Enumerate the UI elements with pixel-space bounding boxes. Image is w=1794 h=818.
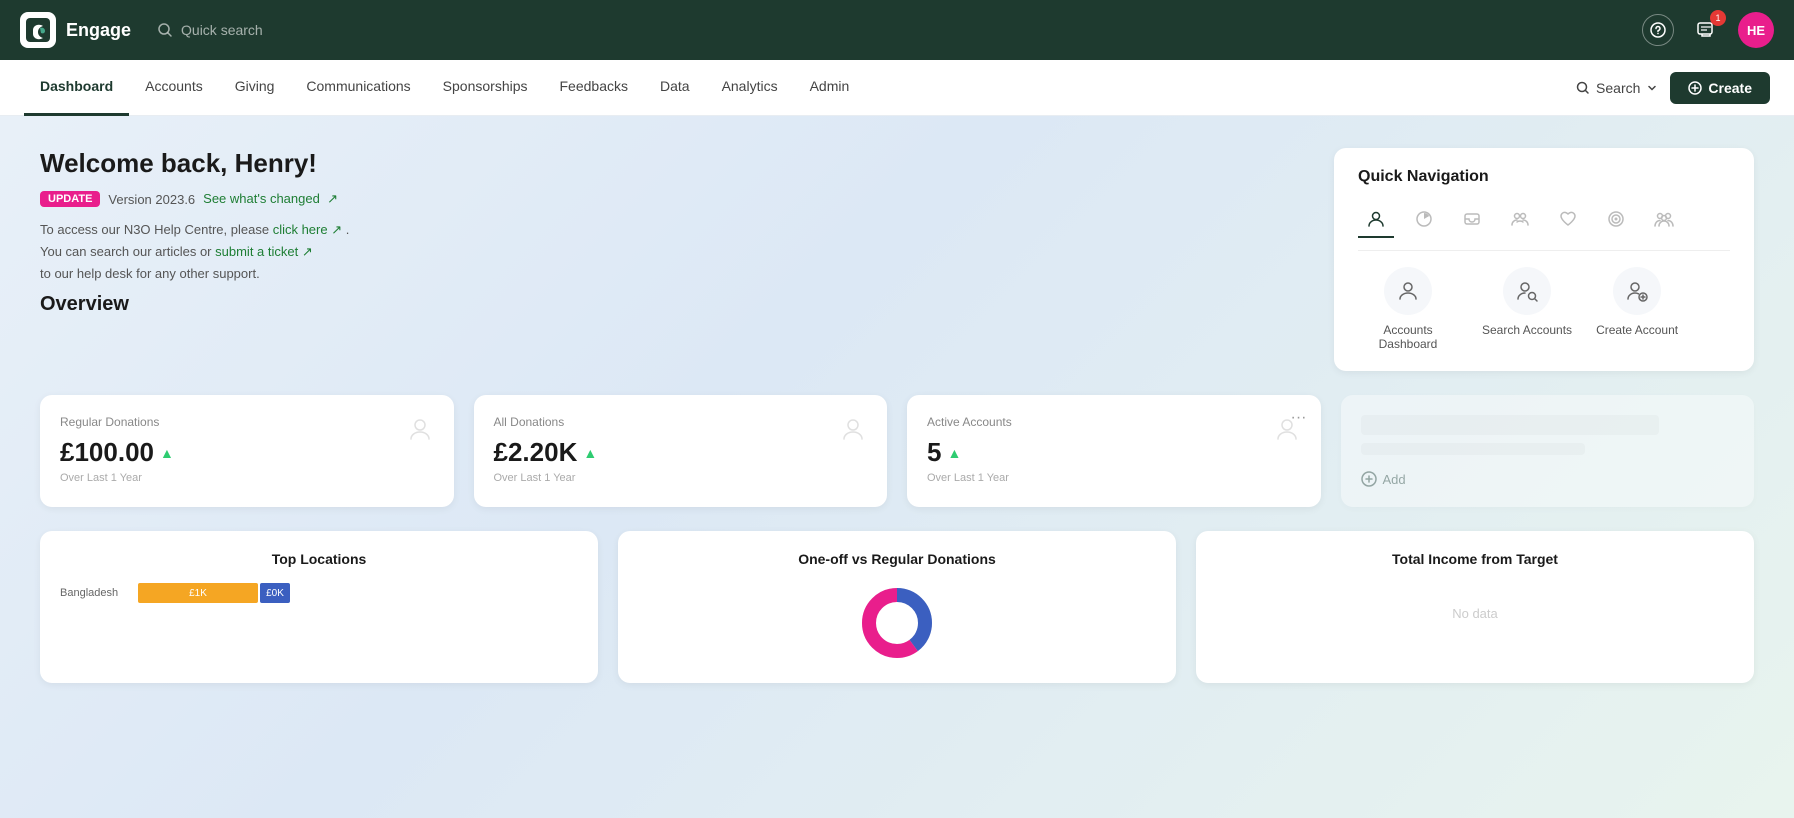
user-avatar[interactable]: HE <box>1738 12 1774 48</box>
top-locations-chart: Top Locations Bangladesh £1K £0K <box>40 531 598 683</box>
help-text: To access our N3O Help Centre, please cl… <box>40 219 1310 285</box>
notification-badge: 1 <box>1710 10 1726 26</box>
card-sub-3: Over Last 1 Year <box>927 472 1301 484</box>
trend-up-1: ▲ <box>160 445 174 461</box>
add-widget-card: Add <box>1341 395 1755 507</box>
help-button[interactable] <box>1642 14 1674 46</box>
app-name: Engage <box>66 20 131 41</box>
qnav-action-create-account[interactable]: Create Account <box>1596 267 1678 351</box>
top-area: Welcome back, Henry! UPDATE Version 2023… <box>40 148 1754 371</box>
welcome-title: Welcome back, Henry! <box>40 148 1310 179</box>
income-target-title: Total Income from Target <box>1216 551 1734 567</box>
qnav-tab-inbox[interactable] <box>1454 202 1490 238</box>
nav-dashboard[interactable]: Dashboard <box>24 60 129 116</box>
create-account-label: Create Account <box>1596 323 1678 337</box>
qnav-action-accounts-dashboard[interactable]: Accounts Dashboard <box>1358 267 1458 351</box>
qnav-tab-heart[interactable] <box>1550 202 1586 238</box>
create-button[interactable]: Create <box>1670 72 1770 104</box>
overview-title: Overview <box>40 293 1310 316</box>
search-accounts-icon <box>1503 267 1551 315</box>
bar-blue-bangladesh: £0K <box>260 583 290 603</box>
main-content: Welcome back, Henry! UPDATE Version 2023… <box>0 116 1794 818</box>
sec-nav-right: Search Create <box>1576 72 1770 104</box>
card-value-3: 5 ▲ <box>927 437 1301 468</box>
donut-chart-title: One-off vs Regular Donations <box>638 551 1156 567</box>
bar-container-bangladesh: £1K £0K <box>138 583 578 603</box>
click-here-link[interactable]: click here ↗ <box>273 222 346 237</box>
card-value-1: £100.00 ▲ <box>60 437 434 468</box>
trend-up-3: ▲ <box>947 445 961 461</box>
bar-orange-bangladesh: £1K <box>138 583 258 603</box>
qnav-tab-people[interactable] <box>1646 202 1682 238</box>
search-accounts-label: Search Accounts <box>1482 323 1572 337</box>
add-widget-button[interactable]: Add <box>1361 471 1735 487</box>
top-locations-bars: Bangladesh £1K £0K <box>60 583 578 603</box>
secondary-navigation: Dashboard Accounts Giving Communications… <box>0 60 1794 116</box>
card-sub-2: Over Last 1 Year <box>494 472 868 484</box>
accounts-dashboard-icon <box>1384 267 1432 315</box>
logo-icon <box>20 12 56 48</box>
add-widget-label: Add <box>1383 472 1406 487</box>
top-nav-right: 1 HE <box>1642 12 1774 48</box>
card-sub-1: Over Last 1 Year <box>60 472 434 484</box>
income-target-card: Total Income from Target No data <box>1196 531 1754 683</box>
accounts-dashboard-label: Accounts Dashboard <box>1358 323 1458 351</box>
qnav-action-search-accounts[interactable]: Search Accounts <box>1482 267 1572 351</box>
quick-search[interactable]: Quick search <box>157 22 263 38</box>
bar-label-bangladesh: Bangladesh <box>60 587 130 599</box>
overview-cards: Regular Donations £100.00 ▲ Over Last 1 … <box>40 395 1754 507</box>
qnav-tab-chart[interactable] <box>1406 202 1442 238</box>
nav-data[interactable]: Data <box>644 60 706 116</box>
search-label: Search <box>1596 80 1640 96</box>
card-value-2: £2.20K ▲ <box>494 437 868 468</box>
notifications-button[interactable]: 1 <box>1690 14 1722 46</box>
quick-nav-title: Quick Navigation <box>1358 168 1730 186</box>
quick-nav-tabs <box>1358 202 1730 251</box>
card-label-3: Active Accounts <box>927 415 1301 429</box>
update-tag: UPDATE <box>40 191 100 207</box>
card-person-icon-2 <box>839 415 867 450</box>
create-account-icon <box>1613 267 1661 315</box>
top-navigation: Engage Quick search 1 HE <box>0 0 1794 60</box>
version-text: Version 2023.6 <box>108 192 195 207</box>
card-person-icon-1 <box>406 415 434 450</box>
create-label: Create <box>1708 80 1752 96</box>
card-label-2: All Donations <box>494 415 868 429</box>
bottom-charts: Top Locations Bangladesh £1K £0K O <box>40 531 1754 683</box>
nav-sponsorships[interactable]: Sponsorships <box>427 60 544 116</box>
card-person-icon-3 <box>1273 415 1301 450</box>
nav-feedbacks[interactable]: Feedbacks <box>544 60 644 116</box>
qnav-tab-person[interactable] <box>1358 202 1394 238</box>
top-locations-title: Top Locations <box>60 551 578 567</box>
bar-row-bangladesh: Bangladesh £1K £0K <box>60 583 578 603</box>
qnav-tab-group[interactable] <box>1502 202 1538 238</box>
nav-analytics[interactable]: Analytics <box>706 60 794 116</box>
card-label-1: Regular Donations <box>60 415 434 429</box>
quick-nav-card: Quick Navigation <box>1334 148 1754 371</box>
search-button[interactable]: Search <box>1576 80 1658 96</box>
active-accounts-card: ··· Active Accounts 5 ▲ Over Last 1 Year <box>907 395 1321 507</box>
nav-giving[interactable]: Giving <box>219 60 291 116</box>
donut-chart-wrap <box>638 583 1156 663</box>
donut-chart-card: One-off vs Regular Donations <box>618 531 1176 683</box>
submit-ticket-link[interactable]: submit a ticket ↗ <box>215 244 313 259</box>
regular-donations-card: Regular Donations £100.00 ▲ Over Last 1 … <box>40 395 454 507</box>
welcome-section: Welcome back, Henry! UPDATE Version 2023… <box>40 148 1310 347</box>
nav-admin[interactable]: Admin <box>794 60 866 116</box>
nav-accounts[interactable]: Accounts <box>129 60 219 116</box>
update-badge-row: UPDATE Version 2023.6 See what's changed… <box>40 191 338 207</box>
see-changes-link[interactable]: See what's changed ↗ <box>203 191 338 207</box>
quick-search-label: Quick search <box>181 22 263 38</box>
logo[interactable]: Engage <box>20 12 131 48</box>
income-target-placeholder: No data <box>1216 583 1734 643</box>
qnav-tab-target[interactable] <box>1598 202 1634 238</box>
quick-nav-actions: Accounts Dashboard Search Accounts <box>1358 267 1730 351</box>
nav-communications[interactable]: Communications <box>290 60 426 116</box>
trend-up-2: ▲ <box>583 445 597 461</box>
all-donations-card: All Donations £2.20K ▲ Over Last 1 Year <box>474 395 888 507</box>
